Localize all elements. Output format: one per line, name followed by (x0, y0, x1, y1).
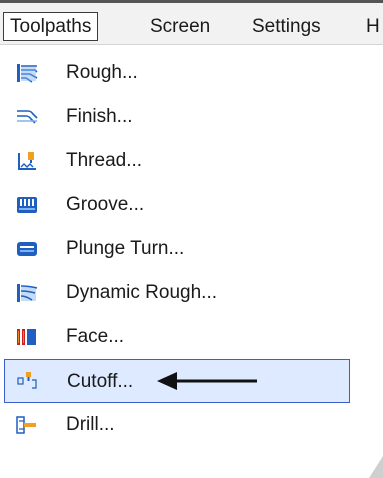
menu-screen[interactable]: Screen (150, 13, 210, 40)
menu-item-finish[interactable]: Finish... (4, 95, 350, 139)
finish-icon (17, 110, 38, 124)
menu-item-label: Groove... (66, 194, 145, 215)
menu-item-cutoff[interactable]: Cutoff... (4, 359, 350, 403)
menu-item-drill[interactable]: Drill... (4, 403, 350, 447)
menu-toolpaths[interactable]: Toolpaths (3, 12, 99, 41)
menu-item-label: Thread... (66, 150, 143, 171)
thread-icon (18, 152, 36, 170)
menu-bar: Toolpaths Screen Settings H (0, 0, 383, 45)
rough-icon (17, 64, 38, 83)
menu-item-rough[interactable]: Rough... (4, 51, 350, 95)
menu-item-label: Rough... (66, 62, 138, 83)
menu-help-partial[interactable]: H (366, 13, 380, 40)
menu-item-label: Dynamic Rough... (66, 282, 218, 303)
drill-icon (16, 416, 36, 434)
menu-item-label: Cutoff... (67, 371, 134, 392)
plunge-turn-icon (17, 242, 37, 256)
menu-item-label: Drill... (66, 414, 115, 435)
menu-item-plunge-turn[interactable]: Plunge Turn... (4, 227, 350, 271)
menu-item-label: Plunge Turn... (66, 238, 185, 259)
toolpaths-dropdown: Rough... Finish... Thread... Groove... P… (0, 45, 383, 478)
menu-bar-top-border (0, 0, 383, 3)
groove-icon (17, 197, 37, 213)
dynamic-rough-icon (17, 284, 38, 302)
menu-item-thread[interactable]: Thread... (4, 139, 350, 183)
face-icon (17, 329, 36, 345)
menu-item-dynamic-rough[interactable]: Dynamic Rough... (4, 271, 350, 315)
arrow-pointer-icon (157, 372, 257, 390)
menu-item-groove[interactable]: Groove... (4, 183, 350, 227)
menu-item-face[interactable]: Face... (4, 315, 350, 359)
menu-settings[interactable]: Settings (252, 13, 321, 40)
menu-corner-shadow (369, 456, 383, 478)
menu-item-label: Face... (66, 326, 125, 347)
menu-item-label: Finish... (66, 106, 133, 127)
cutoff-icon (17, 372, 37, 389)
